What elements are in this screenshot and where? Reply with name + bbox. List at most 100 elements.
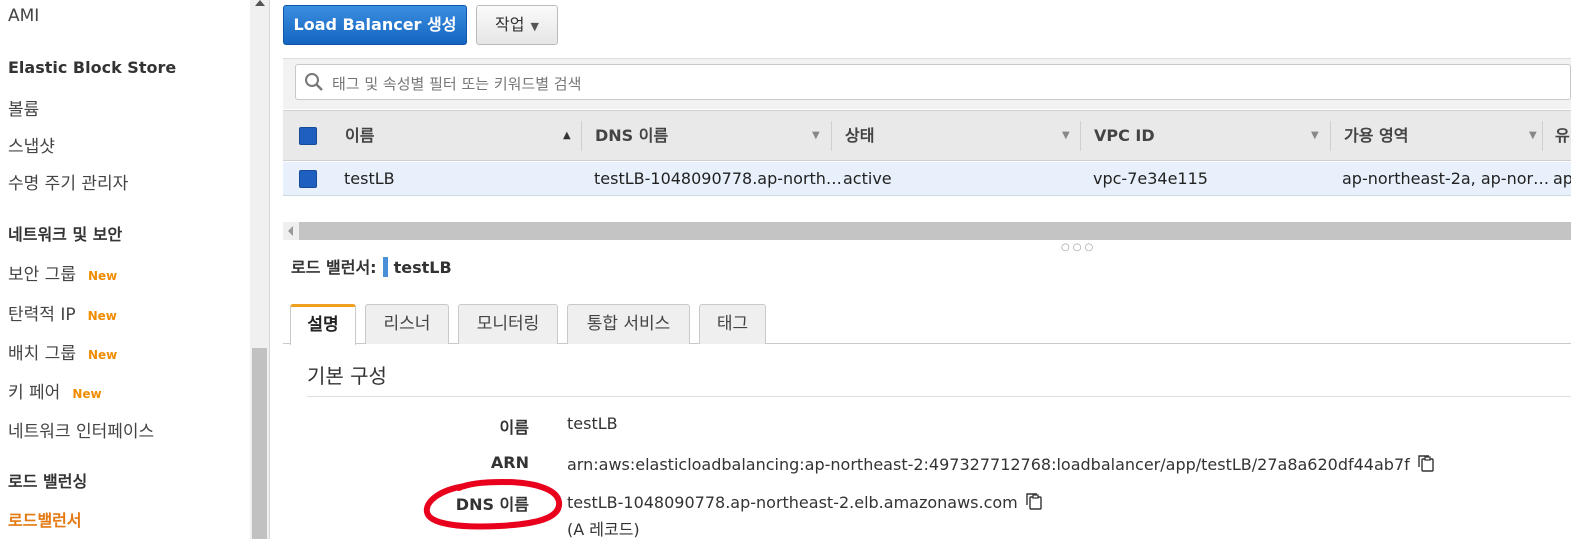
row-checkbox[interactable] <box>299 170 317 188</box>
sort-icon: ▼ <box>812 130 820 141</box>
sidebar-scrollbar-thumb[interactable] <box>252 348 267 539</box>
section-title: 기본 구성 <box>307 364 387 388</box>
column-divider[interactable] <box>1330 121 1331 151</box>
column-header-dns[interactable]: DNS 이름 ▼ <box>595 111 820 160</box>
main-content: Load Balancer 생성 작업 ▼ 태그 및 속성별 필터 또는 키워드별… <box>271 0 1571 539</box>
sidebar-heading-ebs: Elastic Block Store <box>8 58 176 77</box>
scroll-up-arrow-icon[interactable] <box>255 0 265 6</box>
horizontal-scrollbar[interactable] <box>283 222 1571 240</box>
chevron-down-icon: ▼ <box>530 20 539 33</box>
sort-ascending-icon: ▲ <box>563 130 571 141</box>
dns-record-type-note: (A 레코드) <box>567 520 640 539</box>
field-value-name: testLB <box>567 414 618 433</box>
sidebar-item-volumes[interactable]: 볼륨 <box>8 95 39 120</box>
column-divider[interactable] <box>1542 121 1543 151</box>
new-badge: New <box>87 309 117 323</box>
actions-dropdown-button[interactable]: 작업 ▼ <box>476 5 558 45</box>
table-header: 이름 ▲ DNS 이름 ▼ 상태 ▼ VPC ID ▼ 가용 영역 ▼ 유 <box>283 110 1571 161</box>
column-label: 유 <box>1555 126 1570 145</box>
tab-listeners[interactable]: 리스너 <box>365 304 449 344</box>
column-header-name[interactable]: 이름 ▲ <box>345 111 571 160</box>
title-accent-bar <box>382 257 388 277</box>
search-placeholder: 태그 및 속성별 필터 또는 키워드별 검색 <box>332 75 582 93</box>
column-label: DNS 이름 <box>595 126 669 145</box>
sort-icon: ▼ <box>1529 130 1537 141</box>
table-row[interactable]: testLB testLB-1048090778.ap-north… activ… <box>283 162 1571 196</box>
detail-title-prefix: 로드 밸런서: <box>291 258 377 277</box>
new-badge: New <box>87 348 118 362</box>
search-bar: 태그 및 속성별 필터 또는 키워드별 검색 <box>283 58 1571 109</box>
dns-name-text: testLB-1048090778.ap-northeast-2.elb.ama… <box>567 493 1018 512</box>
sidebar-item-security-groups[interactable]: 보안 그룹 New <box>8 260 117 285</box>
search-input[interactable]: 태그 및 속성별 필터 또는 키워드별 검색 <box>295 64 1571 100</box>
field-value-arn: arn:aws:elasticloadbalancing:ap-northeas… <box>567 453 1436 477</box>
field-label-name: 이름 <box>499 418 529 437</box>
sidebar-scrollbar[interactable] <box>250 0 270 539</box>
sidebar-heading-load-balancing: 로드 밸런싱 <box>8 468 87 492</box>
tab-tags[interactable]: 태그 <box>699 304 766 344</box>
tab-description[interactable]: 설명 <box>290 304 356 345</box>
column-header-vpc-id[interactable]: VPC ID ▼ <box>1094 111 1319 160</box>
sidebar-item-label: 보안 그룹 <box>8 265 76 285</box>
column-header-type[interactable]: 유 <box>1555 111 1570 160</box>
cell-availability-zone: ap-northeast-2a, ap-nor… <box>1342 169 1550 188</box>
field-value-dns-name: testLB-1048090778.ap-northeast-2.elb.ama… <box>567 491 1044 515</box>
column-divider[interactable] <box>1080 121 1081 151</box>
field-label-arn: ARN <box>490 453 529 472</box>
cell-type: ap <box>1553 169 1571 188</box>
sort-icon: ▼ <box>1062 130 1070 141</box>
column-header-state[interactable]: 상태 ▼ <box>845 111 1070 160</box>
tab-monitoring[interactable]: 모니터링 <box>458 304 558 344</box>
detail-panel-title: 로드 밸런서: testLB <box>291 254 452 278</box>
sidebar-item-label: AMI <box>8 6 40 26</box>
column-header-availability-zone[interactable]: 가용 영역 ▼ <box>1344 111 1537 160</box>
sidebar-item-ami[interactable]: AMI <box>8 6 39 26</box>
column-label: 이름 <box>345 126 375 145</box>
search-icon <box>305 73 323 91</box>
scroll-left-button[interactable] <box>283 222 299 240</box>
column-label: VPC ID <box>1094 126 1155 145</box>
sort-icon: ▼ <box>1311 130 1319 141</box>
sidebar-heading-label: Elastic Block Store <box>8 58 177 77</box>
cell-name: testLB <box>344 169 395 188</box>
sidebar-item-elastic-ip[interactable]: 탄력적 IP New <box>8 300 117 325</box>
red-annotation-circle <box>423 478 563 530</box>
create-load-balancer-button[interactable]: Load Balancer 생성 <box>283 5 467 45</box>
column-divider[interactable] <box>831 121 832 151</box>
copy-icon[interactable] <box>1024 491 1044 515</box>
select-all-checkbox[interactable] <box>299 127 317 145</box>
sidebar: AMI Elastic Block Store 볼륨 스냅샷 수명 주기 관리자… <box>0 0 251 539</box>
sidebar-item-snapshots[interactable]: 스냅샷 <box>8 132 55 157</box>
column-label: 상태 <box>845 126 875 145</box>
sidebar-heading-label: 네트워크 및 보안 <box>8 225 123 244</box>
column-label: 가용 영역 <box>1344 126 1409 145</box>
sidebar-item-label: 볼륨 <box>8 100 40 120</box>
sidebar-item-label: 수명 주기 관리자 <box>8 174 129 194</box>
scroll-left-arrow-icon <box>288 226 293 236</box>
copy-icon[interactable] <box>1416 453 1436 477</box>
cell-vpc-id: vpc-7e34e115 <box>1093 169 1208 188</box>
sidebar-item-lifecycle-manager[interactable]: 수명 주기 관리자 <box>8 169 128 194</box>
sidebar-item-label: 키 페어 <box>8 383 61 403</box>
new-badge: New <box>87 269 118 283</box>
cell-state: active <box>843 169 892 188</box>
section-divider <box>307 396 1571 397</box>
sidebar-item-label: 스냅샷 <box>8 137 55 157</box>
column-divider[interactable] <box>581 121 582 151</box>
tab-integrated-services[interactable]: 통합 서비스 <box>567 304 690 344</box>
sidebar-item-placement-groups[interactable]: 배치 그룹 New <box>8 339 117 364</box>
sidebar-item-label: 탄력적 IP <box>8 305 76 325</box>
sidebar-heading-network-security: 네트워크 및 보안 <box>8 221 122 245</box>
cell-dns: testLB-1048090778.ap-north… <box>594 169 842 188</box>
sidebar-item-network-interfaces[interactable]: 네트워크 인터페이스 <box>8 417 154 442</box>
new-badge: New <box>72 387 102 401</box>
actions-label: 작업 <box>495 15 525 34</box>
sidebar-item-load-balancers[interactable]: 로드밸런서 <box>8 507 82 531</box>
detail-title-name: testLB <box>393 258 452 277</box>
sidebar-heading-label: 로드 밸런싱 <box>8 472 88 491</box>
arn-text: arn:aws:elasticloadbalancing:ap-northeas… <box>567 455 1410 474</box>
sidebar-item-label: 로드밸런서 <box>8 511 82 530</box>
sidebar-item-label: 네트워크 인터페이스 <box>8 422 155 442</box>
sidebar-item-key-pairs[interactable]: 키 페어 New <box>8 378 102 403</box>
resize-handle-icon[interactable]: ○○○ <box>1061 242 1096 253</box>
